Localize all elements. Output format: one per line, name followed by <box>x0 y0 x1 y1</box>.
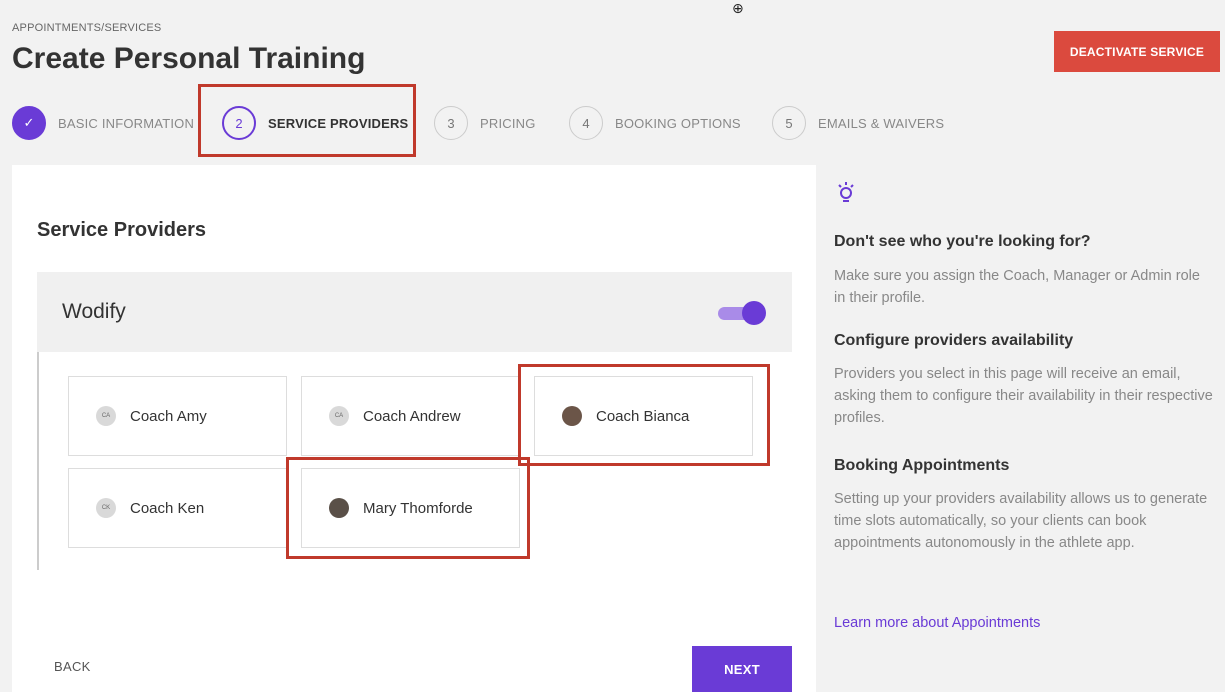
step-service-providers[interactable]: 2 SERVICE PROVIDERS <box>222 106 408 140</box>
step-booking-options[interactable]: 4 BOOKING OPTIONS <box>569 106 741 140</box>
provider-group-header <box>37 272 792 352</box>
step-number: 2 <box>222 106 256 140</box>
breadcrumb: APPOINTMENTS/SERVICES <box>12 22 162 34</box>
provider-name: Coach Amy <box>130 407 207 425</box>
tip-text: Setting up your providers availability a… <box>834 491 1208 551</box>
provider-name: Coach Ken <box>130 499 205 517</box>
step-basic-information[interactable]: ✓ BASIC INFORMATION <box>12 106 194 140</box>
toggle-knob <box>742 301 766 325</box>
provider-group-name: Wodify <box>62 300 126 323</box>
tip-text: Providers you select in this page will r… <box>834 366 1213 426</box>
step-label: SERVICE PROVIDERS <box>268 115 409 131</box>
provider-card[interactable]: Coach Bianca <box>534 376 753 456</box>
provider-card[interactable]: CK Coach Ken <box>68 468 287 548</box>
provider-card[interactable]: CA Coach Andrew <box>301 376 520 456</box>
provider-name: Mary Thomforde <box>363 499 473 517</box>
provider-name: Coach Andrew <box>363 407 461 425</box>
section-title: Service Providers <box>37 219 206 241</box>
avatar: CK <box>96 498 116 518</box>
step-number: 3 <box>434 106 468 140</box>
provider-card[interactable]: CA Coach Amy <box>68 376 287 456</box>
step-label: EMAILS & WAIVERS <box>818 115 945 131</box>
step-label: BOOKING OPTIONS <box>615 115 741 131</box>
zoom-cursor-icon: ⊕ <box>732 0 744 16</box>
step-number: 5 <box>772 106 806 140</box>
deactivate-service-button[interactable]: DEACTIVATE SERVICE <box>1054 31 1220 72</box>
avatar <box>562 406 582 426</box>
provider-card[interactable]: Mary Thomforde <box>301 468 520 548</box>
tip-heading: Don't see who you're looking for? <box>834 233 1091 250</box>
tip-heading: Configure providers availability <box>834 332 1074 349</box>
group-divider <box>37 352 39 570</box>
learn-more-link[interactable]: Learn more about Appointments <box>834 615 1040 631</box>
step-number: 4 <box>569 106 603 140</box>
step-emails-waivers[interactable]: 5 EMAILS & WAIVERS <box>772 106 944 140</box>
avatar <box>329 498 349 518</box>
back-button[interactable]: BACK <box>54 659 91 674</box>
step-label: BASIC INFORMATION <box>58 115 195 131</box>
provider-name: Coach Bianca <box>596 407 690 425</box>
group-toggle[interactable] <box>716 301 768 325</box>
step-label: PRICING <box>480 115 536 131</box>
step-pricing[interactable]: 3 PRICING <box>434 106 536 140</box>
lightbulb-icon <box>838 182 854 202</box>
check-icon: ✓ <box>12 106 46 140</box>
avatar: CA <box>96 406 116 426</box>
next-button[interactable]: NEXT <box>692 646 792 692</box>
tip-text: Make sure you assign the Coach, Manager … <box>834 268 1200 306</box>
tip-heading: Booking Appointments <box>834 457 1010 474</box>
avatar: CA <box>329 406 349 426</box>
page-title: Create Personal Training <box>12 42 366 75</box>
